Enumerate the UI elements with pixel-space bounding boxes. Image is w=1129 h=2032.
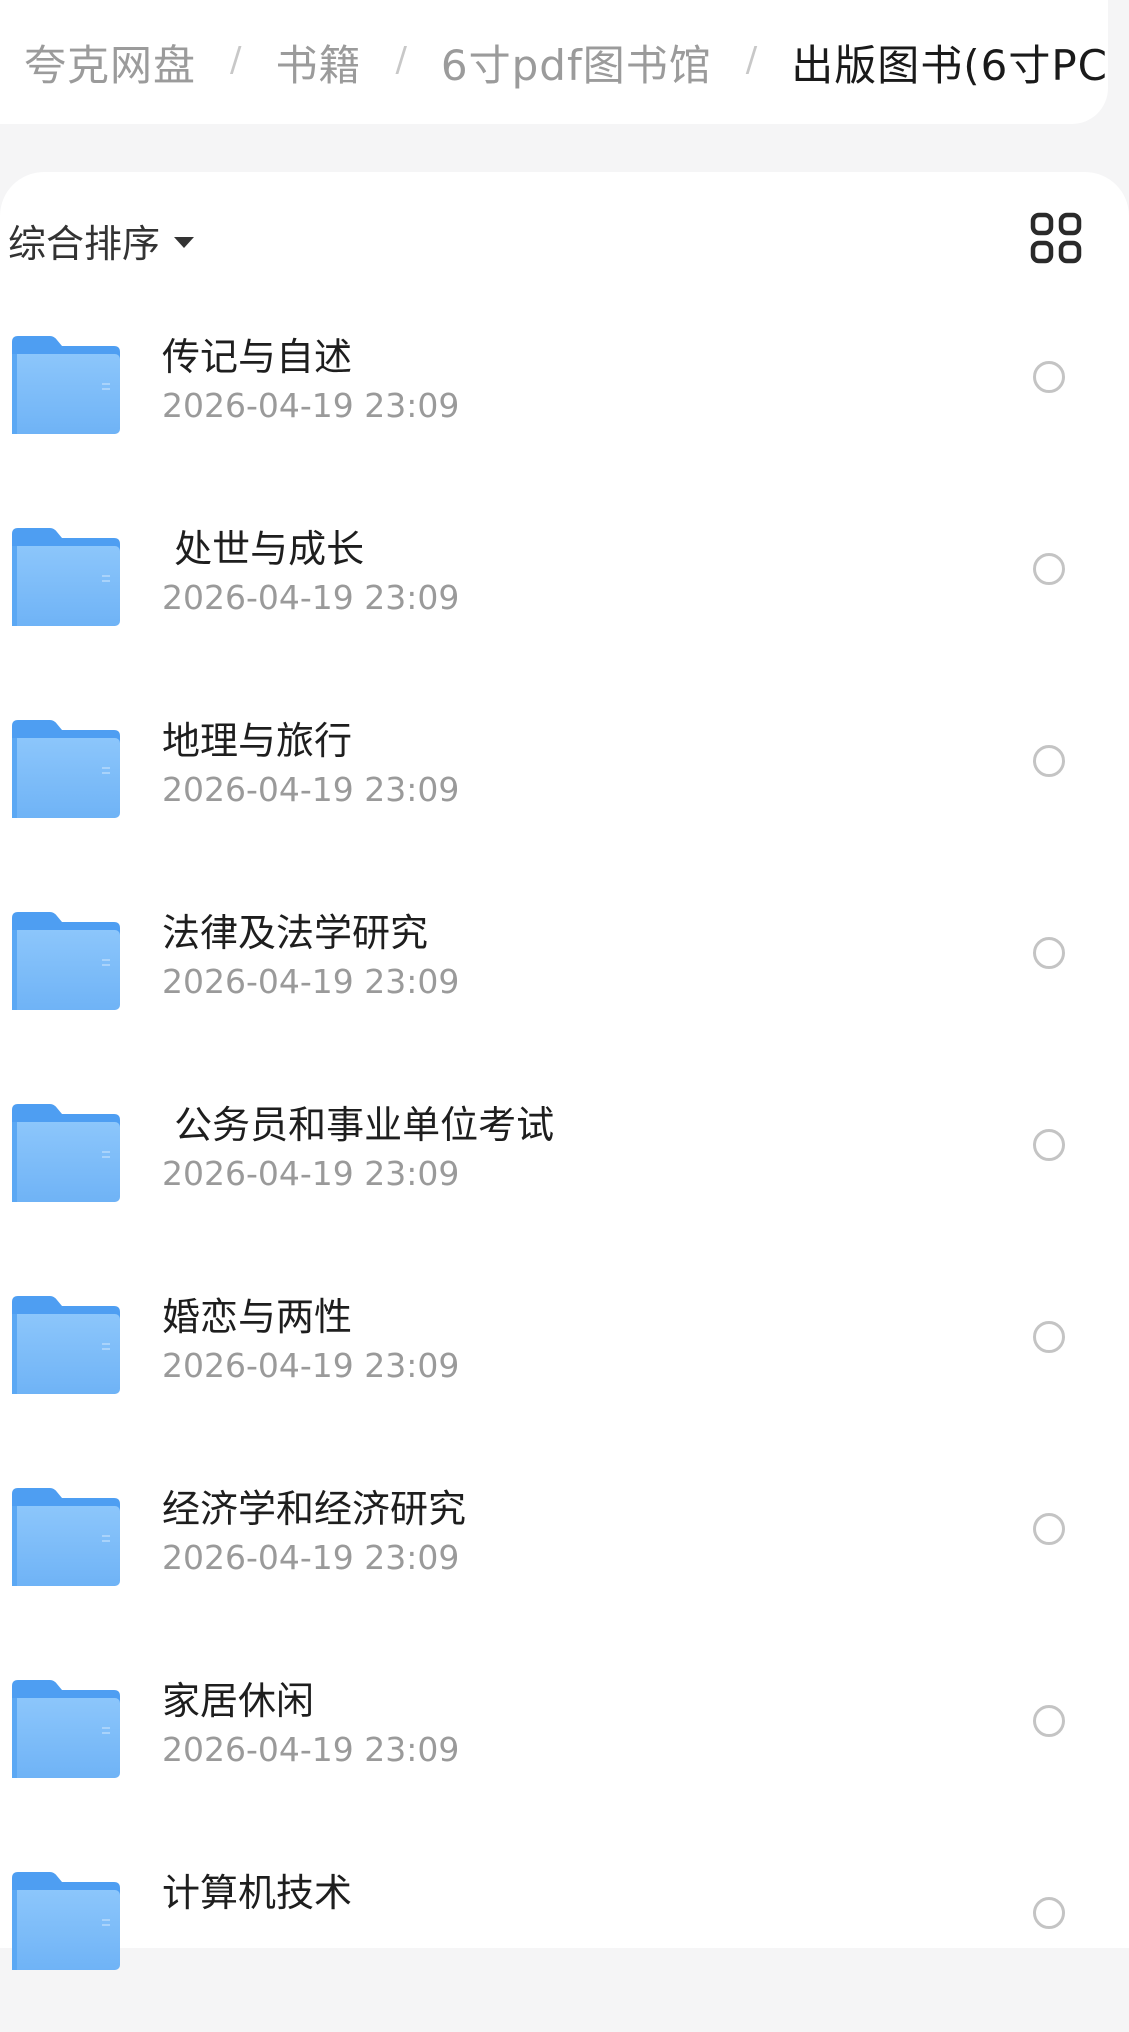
folder-name: 传记与自述 [162, 335, 353, 379]
folder-name: 地理与旅行 [162, 719, 353, 763]
folder-name: 公务员和事业单位考试 [162, 1103, 555, 1147]
folder-row[interactable]: 传记与自述 2026-04-19 23:09 [0, 304, 1129, 496]
breadcrumb-item-pdf-library[interactable]: 6寸pdf图书馆 [441, 32, 712, 93]
folder-modified-date: 2026-04-19 23:09 [162, 578, 460, 617]
folder-row[interactable]: 地理与旅行 2026-04-19 23:09 [0, 688, 1129, 880]
folder-icon [12, 1104, 120, 1202]
select-radio[interactable] [1033, 1705, 1065, 1737]
select-radio[interactable] [1033, 1897, 1065, 1929]
folder-row[interactable]: 公务员和事业单位考试 2026-04-19 23:09 [0, 1072, 1129, 1264]
list-toolbar: 综合排序 [0, 172, 1129, 304]
folder-icon [12, 912, 120, 1010]
folder-name: 处世与成长 [162, 527, 365, 571]
folder-row[interactable]: 家居休闲 2026-04-19 23:09 [0, 1648, 1129, 1840]
folder-name: 经济学和经济研究 [162, 1487, 467, 1531]
folder-modified-date: 2026-04-19 23:09 [162, 770, 460, 809]
folder-row[interactable]: 计算机技术 [0, 1840, 1129, 2032]
file-list-panel: 综合排序 传记与自述 2026-04-19 23:09 处世与成长 2026-0… [0, 172, 1129, 1970]
folder-icon [12, 528, 120, 626]
select-radio[interactable] [1033, 1321, 1065, 1353]
folder-modified-date: 2026-04-19 23:09 [162, 1154, 460, 1193]
folder-icon [12, 1488, 120, 1586]
select-radio[interactable] [1033, 745, 1065, 777]
breadcrumb-item-books[interactable]: 书籍 [275, 32, 361, 93]
folder-row[interactable]: 婚恋与两性 2026-04-19 23:09 [0, 1264, 1129, 1456]
select-radio[interactable] [1033, 937, 1065, 969]
folder-icon [12, 1680, 120, 1778]
select-radio[interactable] [1033, 361, 1065, 393]
breadcrumb-separator: / [395, 40, 407, 80]
caret-down-icon [174, 236, 195, 248]
folder-row[interactable]: 法律及法学研究 2026-04-19 23:09 [0, 880, 1129, 1072]
folder-name: 法律及法学研究 [162, 911, 429, 955]
breadcrumb: 夸克网盘 / 书籍 / 6寸pdf图书馆 / 出版图书(6寸PC [0, 0, 1108, 124]
folder-icon [12, 720, 120, 818]
breadcrumb-item-current: 出版图书(6寸PC [791, 40, 1108, 90]
breadcrumb-separator: / [745, 40, 758, 80]
folder-modified-date: 2026-04-19 23:09 [162, 962, 460, 1001]
grid-view-icon[interactable] [1030, 212, 1082, 264]
folder-modified-date: 2026-04-19 23:09 [162, 386, 460, 425]
select-radio[interactable] [1033, 553, 1065, 585]
folder-icon [12, 336, 120, 434]
folder-modified-date: 2026-04-19 23:09 [162, 1538, 460, 1577]
folder-row[interactable]: 处世与成长 2026-04-19 23:09 [0, 496, 1129, 688]
sort-dropdown[interactable]: 综合排序 [8, 212, 195, 268]
folder-row[interactable]: 经济学和经济研究 2026-04-19 23:09 [0, 1456, 1129, 1648]
folder-name: 婚恋与两性 [162, 1295, 353, 1339]
sort-label: 综合排序 [8, 221, 161, 266]
folder-name: 家居休闲 [162, 1679, 315, 1723]
folder-modified-date: 2026-04-19 23:09 [162, 1730, 460, 1769]
select-radio[interactable] [1033, 1129, 1065, 1161]
select-radio[interactable] [1033, 1513, 1065, 1545]
folder-name: 计算机技术 [162, 1871, 353, 1915]
breadcrumb-separator: / [229, 40, 242, 80]
folder-icon [12, 1872, 120, 1970]
folder-modified-date: 2026-04-19 23:09 [162, 1346, 460, 1385]
folder-icon [12, 1296, 120, 1394]
breadcrumb-item-quark-drive[interactable]: 夸克网盘 [24, 32, 196, 93]
